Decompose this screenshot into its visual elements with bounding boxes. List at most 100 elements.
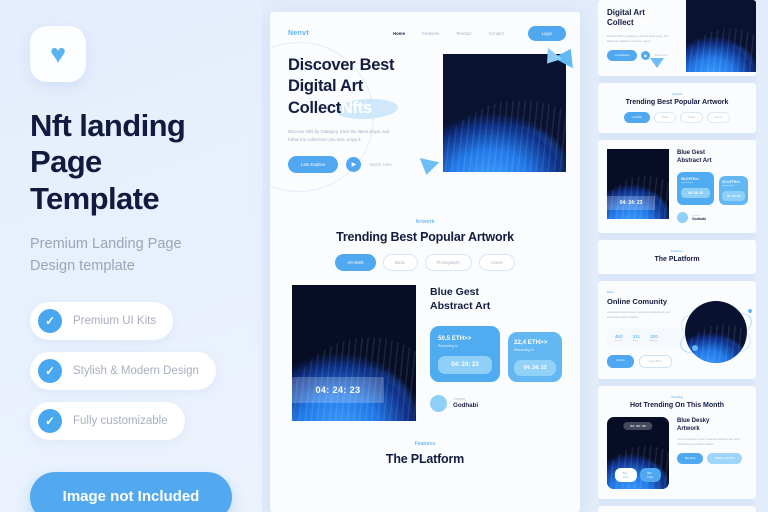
dot-decoration-icon	[748, 309, 752, 314]
price-card-secondary[interactable]: 22,4 ETH>> Remaining in 04: 24: 23	[719, 176, 748, 206]
section-tag: Features	[671, 249, 683, 254]
hero-heading-line1: Discover Best	[288, 56, 395, 74]
artwork-countdown: 04: 24: 23	[292, 376, 384, 403]
hero-heading-prefix: Collect	[288, 98, 341, 117]
filter-pill-artwork[interactable]: Art Work	[624, 112, 650, 123]
filter-pill-music[interactable]: Music	[382, 253, 418, 271]
hero-heading-line3: Collect Nfts	[288, 97, 580, 121]
filter-pill-music[interactable]: Music	[653, 112, 677, 123]
right-watch-here-label[interactable]: Watch Here	[654, 54, 668, 57]
trending-title: Blue Desky Artwork	[677, 417, 747, 433]
right-hero-image	[686, 0, 756, 72]
community-stats: 452 Artwork 311 Artist 320 Auction	[607, 327, 685, 348]
brand-logo[interactable]: Nenvt	[288, 30, 309, 37]
join-us-button[interactable]: Join Us	[607, 354, 634, 368]
login-button[interactable]: Login	[527, 26, 566, 41]
trending-buy-button[interactable]: Buy Now	[677, 453, 704, 465]
stat-item: 452 Artwork	[615, 334, 623, 342]
image-not-included-button[interactable]: Image not Included	[30, 471, 232, 512]
right-community-card: News Online Comunity Lorem ipsum dolor s…	[598, 281, 756, 379]
play-icon[interactable]: ▶	[346, 156, 362, 172]
remaining-label: Remaining in	[514, 347, 534, 352]
check-icon: ✓	[38, 308, 62, 333]
nav-link-product[interactable]: Product	[456, 31, 471, 36]
creator-info: Creator Godhabi	[453, 397, 478, 409]
trending-actions: Buy Now Bidding 2,4 ETH	[677, 453, 747, 465]
hero-heading-line2: Digital Art	[288, 77, 363, 96]
mockup-navbar: Nenvt Home Features Product Contact Logi…	[270, 12, 580, 41]
filter-pill-photography[interactable]: Photography	[424, 253, 473, 271]
price-card-primary[interactable]: 50,5 ETH>> Remaining in 04: 24: 23	[430, 325, 500, 382]
logo-badge: ♥	[30, 26, 86, 82]
filter-pills: Art Work Music Photography Game	[270, 253, 580, 271]
creator-row: Creator Godhabi	[677, 212, 748, 224]
stat-label: Artist	[632, 339, 638, 342]
buy-now-button[interactable]: Buy Now	[614, 467, 637, 482]
hero-highlight-text: Nfts	[340, 98, 372, 117]
price-eth: 50,5 ETH>>	[438, 334, 472, 342]
filter-pill-game[interactable]: Game	[706, 112, 730, 123]
right-hero-highlight: Nfts	[629, 18, 660, 30]
section-title: Hot Trending On This Month	[629, 401, 725, 409]
page-subtitle: Premium Landing Page Design template	[30, 233, 234, 278]
right-hero-card: Digital Art Collect Nfts Discover Nfts by…	[598, 0, 756, 76]
nav-link-features[interactable]: Features	[422, 31, 439, 36]
price-countdown: 04: 24: 23	[722, 191, 745, 202]
right-artwork-card: 04: 24: 23 Blue Gest Abstract Art 50,5 E…	[598, 140, 756, 234]
heart-icon: ♥	[49, 38, 67, 69]
trending-paragraph: Lorem ipsum dolor sit amet, consectetur …	[677, 439, 741, 446]
avatar	[677, 212, 688, 224]
main-mockup-preview: Nenvt Home Features Product Contact Logi…	[270, 12, 580, 512]
section-tag: Artwork	[415, 218, 435, 225]
check-icon: ✓	[38, 408, 62, 433]
bid-now-button[interactable]: Bid Now	[639, 467, 662, 482]
price-cards: 50,5 ETH>> Remaining in 04: 24: 23 22,4 …	[677, 172, 748, 206]
right-lets-explore-button[interactable]: Lets Explore	[607, 50, 638, 62]
filter-pill-game[interactable]: Game	[479, 253, 515, 271]
stat-value: 311	[632, 333, 641, 339]
feature-label: Stylish & Modern Design	[73, 364, 199, 377]
hero-highlight: Nfts	[335, 97, 399, 121]
community-paragraph: Lorem ipsum dolor sit amet, consectetur …	[607, 311, 670, 319]
remaining-label: Remaining in	[722, 185, 735, 188]
price-card-secondary[interactable]: 22,4 ETH>> Remaining in 04: 24: 23	[508, 331, 562, 382]
section-title: Trending Best Popular Artwork	[336, 229, 514, 244]
section-tag: News	[607, 291, 614, 295]
right-trending-header: Artwork Trending Best Popular Artwork Ar…	[598, 83, 756, 133]
price-cards: 50,5 ETH>> Remaining in 04: 24: 23 22,4 …	[430, 325, 562, 382]
artwork-countdown: 04: 24: 23	[607, 196, 655, 210]
watch-here-label[interactable]: Watch Here	[369, 162, 392, 167]
artwork-title-line2: Abstract Art	[430, 299, 491, 312]
section-tag: Trending	[671, 394, 683, 399]
price-card-primary[interactable]: 50,5 ETH>> Remaining in 04: 24: 23	[677, 172, 714, 206]
trending-bid-button[interactable]: Bidding 2,4 ETH	[707, 453, 743, 465]
hot-trending-card: 04 : 24 : 23 Buy Now Bid Now Blue Desky …	[607, 409, 747, 499]
creator-row: Creator Godhabi	[430, 394, 562, 412]
page-title-line1: Nft landing	[30, 108, 186, 143]
stat-value: 452	[615, 333, 623, 339]
page-subtitle-line2: Design template	[30, 258, 135, 275]
artwork-card: 04: 24: 23 Blue Gest Abstract Art 50,5 E…	[270, 271, 580, 421]
right-hero-paragraph: Discover Nfts by Category, track the lat…	[607, 34, 669, 43]
trending-artwork-image: 04 : 24 : 23 Buy Now Bid Now	[607, 416, 669, 489]
abstract-wave-graphic	[686, 11, 756, 72]
filter-pill-photo[interactable]: Photo	[680, 112, 703, 123]
nav-link-home[interactable]: Home	[393, 31, 405, 36]
right-platform-section: Features The PLatform	[598, 240, 756, 275]
abstract-wave-graphic	[292, 307, 416, 421]
filter-pill-artwork[interactable]: Art Work	[335, 253, 376, 271]
feature-list: ✓ Premium UI Kits ✓ Stylish & Modern Des…	[30, 301, 234, 440]
trending-title-line1: Blue Desky	[677, 417, 710, 424]
artwork-title: Blue Gest Abstract Art	[430, 285, 562, 313]
creator-name: Godhabi	[453, 402, 479, 410]
right-hero-prefix: Collect	[607, 18, 634, 28]
price-countdown: 04: 24: 23	[514, 359, 556, 376]
nav-link-contact[interactable]: Contact	[489, 31, 504, 36]
learn-more-button[interactable]: Learn More	[638, 354, 672, 368]
lets-explore-button[interactable]: Lets Explore	[288, 155, 339, 173]
price-eth: 22,4 ETH>>	[722, 180, 741, 185]
artwork-title-line2: Abstract Art	[677, 158, 712, 165]
artwork-title-line1: Blue Gest	[677, 150, 706, 156]
remaining-label: Remaining in	[438, 343, 458, 348]
section-title: Trending Best Popular Artwork	[625, 99, 729, 106]
